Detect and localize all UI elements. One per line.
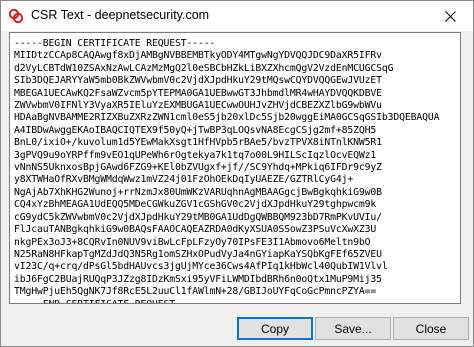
- window-close-button[interactable]: [427, 1, 473, 31]
- title-bar[interactable]: CSR Text - deepnetsecurity.com: [1, 1, 473, 31]
- link-chain-icon: [8, 8, 24, 24]
- copy-button[interactable]: Copy: [237, 317, 313, 340]
- window-title: CSR Text - deepnetsecurity.com: [31, 8, 210, 22]
- csr-text-window: CSR Text - deepnetsecurity.com -----BEGI…: [0, 0, 474, 347]
- close-icon: [444, 10, 456, 22]
- csr-text-area[interactable]: -----BEGIN CERTIFICATE REQUEST----- MIID…: [9, 32, 461, 304]
- close-button[interactable]: Close: [393, 317, 469, 340]
- save-button[interactable]: Save...: [315, 317, 391, 340]
- csr-text-content: -----BEGIN CERTIFICATE REQUEST----- MIID…: [14, 38, 440, 303]
